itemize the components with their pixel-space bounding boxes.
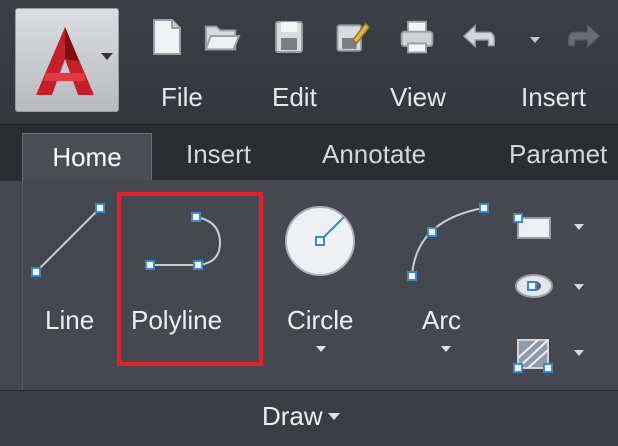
line-label[interactable]: Line — [45, 305, 94, 336]
draw-panel-title-bar[interactable]: Draw — [0, 390, 618, 446]
save-icon[interactable] — [270, 16, 308, 60]
chevron-down-icon — [101, 53, 113, 60]
save-as-icon[interactable] — [333, 16, 371, 60]
circle-icon[interactable] — [282, 203, 358, 279]
hatch-dropdown-chevron-icon[interactable] — [574, 284, 584, 290]
hatch-pattern-icon[interactable] — [512, 268, 556, 304]
title-bar: File Edit View Insert — [0, 0, 618, 124]
boundary-dropdown-chevron-icon[interactable] — [574, 350, 584, 356]
gradient-boundary-icon[interactable] — [512, 334, 556, 374]
rectangle-icon[interactable] — [512, 210, 556, 246]
undo-dropdown-chevron-icon[interactable] — [530, 37, 540, 43]
menu-file[interactable]: File — [161, 82, 203, 113]
rectangle-dropdown-chevron-icon[interactable] — [574, 224, 584, 230]
application-menu-button[interactable] — [15, 8, 119, 112]
tab-insert[interactable]: Insert — [186, 139, 251, 170]
ribbon-tabs: Home Insert Annotate Paramet — [0, 124, 618, 181]
menu-insert[interactable]: Insert — [521, 82, 586, 113]
open-folder-icon[interactable] — [203, 16, 241, 60]
redo-icon[interactable] — [565, 16, 603, 60]
autocad-logo-icon — [36, 27, 94, 95]
new-file-icon[interactable] — [148, 16, 186, 60]
undo-icon[interactable] — [460, 16, 498, 60]
arc-label[interactable]: Arc — [422, 305, 461, 336]
tab-home[interactable]: Home — [22, 133, 152, 181]
arc-icon[interactable] — [400, 198, 490, 288]
line-icon[interactable] — [28, 200, 108, 280]
arc-dropdown-chevron-icon[interactable] — [441, 346, 451, 352]
menu-edit[interactable]: Edit — [272, 82, 317, 113]
print-icon[interactable] — [398, 16, 436, 60]
draw-panel-title[interactable]: Draw — [262, 401, 323, 432]
tab-annotate[interactable]: Annotate — [322, 139, 426, 170]
polyline-highlight-box — [117, 192, 263, 366]
circle-dropdown-chevron-icon[interactable] — [316, 346, 326, 352]
autocad-ribbon: File Edit View Insert Home Insert Annota… — [0, 0, 618, 446]
menu-view[interactable]: View — [390, 82, 446, 113]
tab-parametric[interactable]: Paramet — [509, 139, 607, 170]
circle-label[interactable]: Circle — [287, 305, 353, 336]
draw-panel-expand-chevron-icon[interactable] — [328, 413, 340, 420]
